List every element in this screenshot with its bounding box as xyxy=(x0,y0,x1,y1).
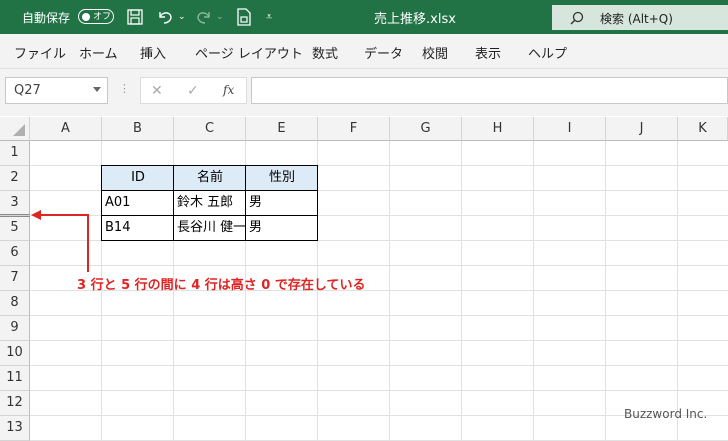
annotation-text: 3 行と 5 行の間に 4 行は高さ 0 で存在している xyxy=(77,278,366,293)
watermark: Buzzword Inc. xyxy=(624,407,708,421)
annotation-arrow xyxy=(31,210,89,272)
arrow-head-icon xyxy=(31,210,41,220)
